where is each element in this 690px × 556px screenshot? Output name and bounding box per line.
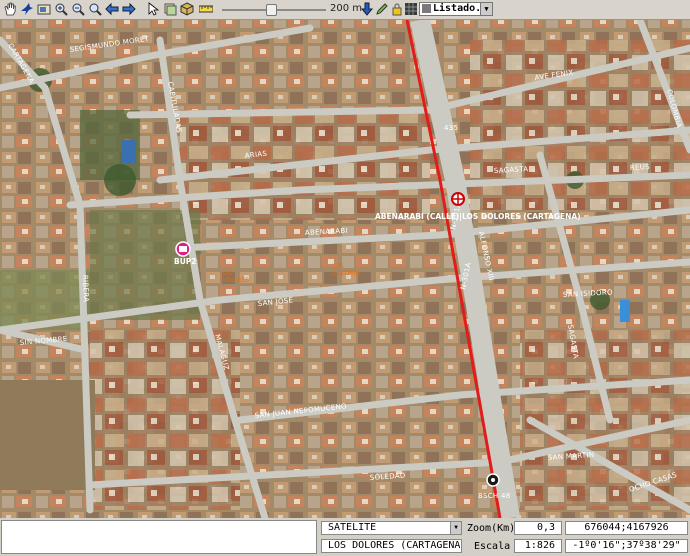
ruler-icon[interactable] — [199, 2, 213, 16]
list-icon — [422, 4, 431, 13]
toolbar: 200 m Listado... ▼ — [0, 0, 690, 20]
scale-slider-thumb[interactable] — [266, 4, 278, 16]
message-box[interactable] — [1, 520, 317, 554]
zoom-out-icon[interactable] — [71, 2, 85, 16]
chevron-down-icon: ▼ — [480, 3, 492, 15]
layers-icon[interactable] — [163, 2, 177, 16]
status-bar: SATELITE ▼ Zoom(Km) 0,3 676044;4167926 L… — [0, 518, 690, 556]
location-field: LOS DOLORES (CARTAGENA) — [321, 539, 462, 553]
road-ref-label: 435 — [444, 124, 458, 132]
chevron-down-icon: ▼ — [450, 522, 461, 534]
grid-icon[interactable] — [404, 2, 418, 16]
list-dropdown[interactable]: Listado... ▼ — [419, 2, 493, 16]
utm-coords-field: 676044;4167926 — [565, 521, 688, 535]
poi-label: BUP2 — [174, 257, 197, 266]
download-arrow-icon[interactable] — [360, 2, 374, 16]
pin-icon[interactable] — [486, 473, 500, 487]
bus-stop-icon[interactable] — [175, 241, 191, 257]
scale-label: Escala — [474, 541, 511, 552]
cube-icon[interactable] — [180, 2, 194, 16]
lock-icon[interactable] — [390, 2, 404, 16]
street-label: RIBERA — [81, 275, 90, 303]
zoom-label: Zoom(Km) — [467, 523, 516, 534]
pencil-icon[interactable] — [375, 2, 389, 16]
scale-slider-label: 200 m — [330, 3, 363, 14]
street-label: REUS — [630, 163, 651, 172]
poi-label: BSCH 48 — [478, 492, 511, 500]
bird-icon[interactable] — [20, 2, 34, 16]
zoom-field[interactable]: 0,3 — [514, 521, 562, 535]
cursor-icon[interactable] — [146, 2, 160, 16]
photo-icon[interactable] — [37, 2, 51, 16]
layer-select[interactable]: SATELITE ▼ — [321, 521, 462, 535]
hand-icon[interactable] — [3, 2, 17, 16]
crosshair-location-label: ABENARABI (CALLE)|LOS DOLORES (CARTAGENA… — [375, 212, 581, 222]
scale-field[interactable]: 1:826 — [514, 539, 562, 553]
geo-coords-field: -1º0'16";37º38'29" — [565, 539, 688, 553]
zoom-search-icon[interactable] — [88, 2, 102, 16]
map-crosshair[interactable] — [451, 192, 465, 206]
layer-select-value: SATELITE — [328, 522, 377, 533]
zoom-in-icon[interactable] — [54, 2, 68, 16]
forward-arrow-icon[interactable] — [122, 2, 136, 16]
back-arrow-icon[interactable] — [105, 2, 119, 16]
satellite-map[interactable]: SEGISMUNDO MORET CAPITULADAS AVE FENIX C… — [0, 20, 690, 518]
